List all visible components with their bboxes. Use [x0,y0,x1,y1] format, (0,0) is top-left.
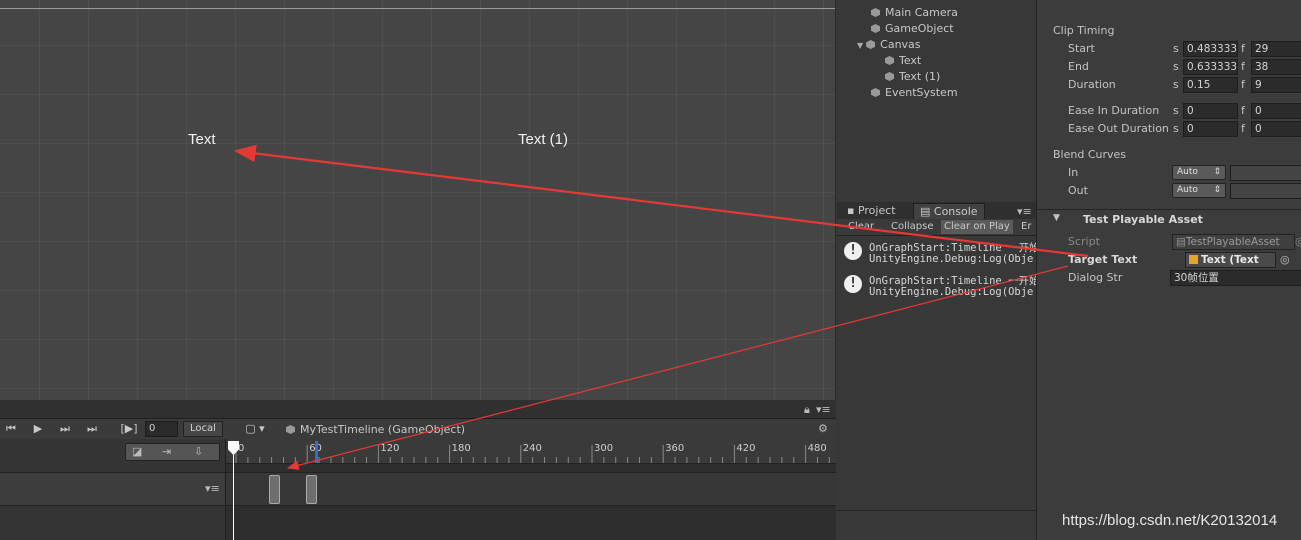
annotation-arrows [233,144,1089,470]
arrow-to-text [233,144,1089,258]
watermark: https://blog.csdn.net/K20132014 [1062,512,1278,529]
arrow-to-clip [286,265,1069,470]
